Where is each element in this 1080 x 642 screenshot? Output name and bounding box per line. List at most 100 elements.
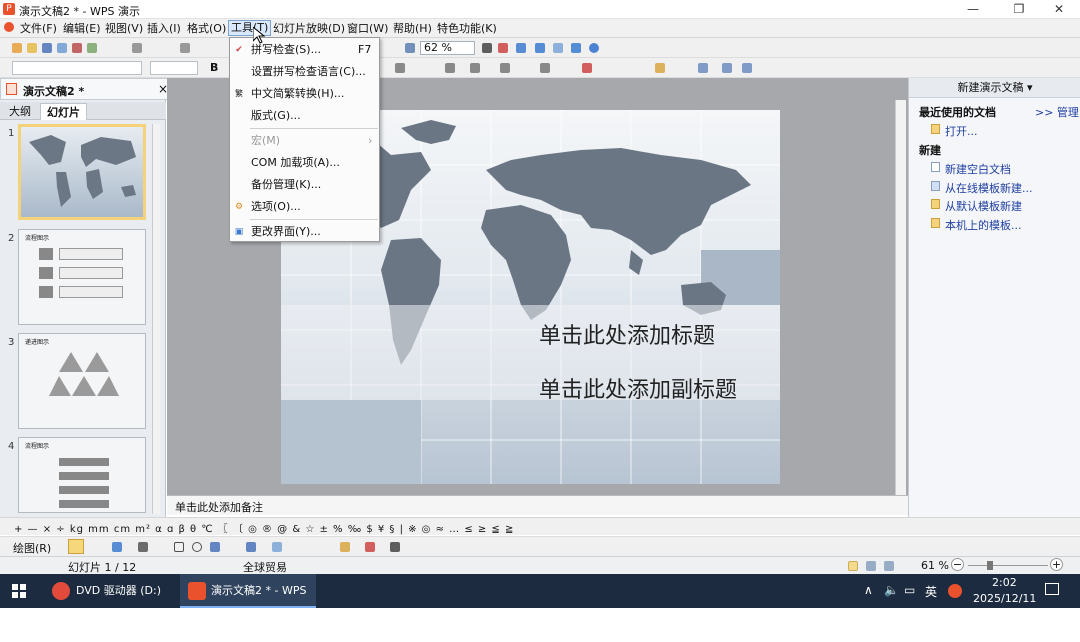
zoom-combo[interactable]: 62 %: [420, 41, 475, 55]
ellipse-icon[interactable]: [192, 542, 202, 552]
new-icon[interactable]: [12, 43, 22, 53]
select-pointer-icon[interactable]: [68, 539, 84, 554]
menu-window[interactable]: 窗口(W): [345, 21, 390, 37]
task-pane-header[interactable]: 新建演示文稿 ▾: [909, 78, 1080, 98]
slideshow-view-icon[interactable]: [884, 561, 894, 571]
text-color-icon[interactable]: [365, 542, 375, 552]
design-icon[interactable]: [655, 63, 665, 73]
local-template-link[interactable]: 本机上的模板...: [945, 217, 1022, 233]
chart-icon[interactable]: [535, 43, 545, 53]
pdf-icon[interactable]: [72, 43, 82, 53]
menu-item-backup[interactable]: 备份管理(K)...: [230, 175, 379, 195]
picture-icon[interactable]: [553, 43, 563, 53]
slide-thumbnail-3[interactable]: 递进图示: [18, 333, 146, 429]
bullets-icon[interactable]: [445, 63, 455, 73]
normal-view-icon[interactable]: [848, 561, 858, 571]
redo-icon[interactable]: [180, 43, 190, 53]
slide-thumbnail-4[interactable]: 流程图示: [18, 437, 146, 513]
volume-icon[interactable]: 🔈: [884, 583, 899, 597]
menu-format[interactable]: 格式(O): [185, 21, 228, 37]
bold-button[interactable]: B: [210, 61, 218, 74]
menu-item-spell-language[interactable]: 设置拼写检查语言(C)...: [230, 62, 379, 82]
clock-date[interactable]: 2025/12/11: [973, 592, 1036, 605]
insert-picture-icon[interactable]: [272, 542, 282, 552]
menu-help[interactable]: 帮助(H): [391, 21, 434, 37]
open-icon[interactable]: [27, 43, 37, 53]
tab-slides[interactable]: 幻灯片: [40, 103, 87, 120]
preview-icon[interactable]: [87, 43, 97, 53]
fill-color-icon[interactable]: [340, 542, 350, 552]
help-icon[interactable]: [589, 43, 599, 53]
notification-icon[interactable]: [1045, 583, 1059, 595]
app-menu-icon[interactable]: [4, 22, 14, 32]
thumbnail-scrollbar[interactable]: [152, 124, 160, 514]
minimize-button[interactable]: —: [950, 0, 996, 19]
zoom-in-button[interactable]: +: [1050, 558, 1063, 571]
wps-tray-icon[interactable]: [948, 584, 962, 598]
zoom-slider[interactable]: [968, 565, 1048, 566]
taskbar-dvd-drive[interactable]: DVD 驱动器 (D:) W...: [44, 574, 176, 631]
slide-icon[interactable]: [742, 63, 752, 73]
manage-link[interactable]: >> 管理: [1035, 104, 1079, 120]
align-icon[interactable]: [395, 63, 405, 73]
menu-edit[interactable]: 编辑(E): [61, 21, 103, 37]
slide-counter: 幻灯片 1 / 12: [68, 561, 137, 574]
zoom-slider-thumb[interactable]: [987, 561, 993, 570]
menu-item-layout[interactable]: 版式(G)...: [230, 106, 379, 126]
line-icon[interactable]: [138, 542, 148, 552]
menu-insert[interactable]: 插入(I): [145, 21, 183, 37]
menu-file[interactable]: 文件(F): [18, 21, 59, 37]
draw-menu-button[interactable]: 绘图(R): [13, 540, 51, 556]
tray-chevron-icon[interactable]: ∧: [864, 583, 873, 597]
menu-features[interactable]: 特色功能(K): [435, 21, 499, 37]
menu-item-options[interactable]: ⚙ 选项(O)...: [230, 197, 379, 217]
notes-pane[interactable]: 单击此处添加备注: [167, 495, 908, 515]
menu-item-com-addins[interactable]: COM 加载项(A)...: [230, 153, 379, 173]
slide-thumbnail-2[interactable]: 流程图示: [18, 229, 146, 325]
grid-icon[interactable]: [722, 63, 732, 73]
open-link[interactable]: 打开...: [945, 123, 978, 139]
font-name-combo[interactable]: [12, 61, 142, 75]
close-button[interactable]: ✕: [1036, 0, 1080, 19]
slide-thumbnail-1[interactable]: [18, 124, 146, 220]
textbox-icon[interactable]: [210, 542, 220, 552]
menu-item-change-ui[interactable]: ▣ 更改界面(Y)...: [230, 222, 379, 242]
symbol-list[interactable]: + — × ÷ kg mm cm m² α ɑ β θ ℃ 〖 〔 ◎ ® @ …: [14, 520, 514, 535]
slide-scrollbar[interactable]: [895, 100, 906, 495]
online-template-link[interactable]: 从在线模板新建...: [945, 180, 1033, 196]
menu-item-chinese-conversion[interactable]: 繁 中文简繁转换(H)...: [230, 84, 379, 104]
autoshape-icon[interactable]: [112, 542, 122, 552]
layout-icon[interactable]: [698, 63, 708, 73]
menu-slideshow[interactable]: 幻灯片放映(D): [271, 21, 347, 37]
title-placeholder[interactable]: 单击此处添加标题: [539, 318, 715, 350]
numbering-icon[interactable]: [470, 63, 480, 73]
taskbar-wps[interactable]: 演示文稿2 * - WPS ...: [180, 574, 316, 631]
spell-icon[interactable]: [498, 43, 508, 53]
tab-outline[interactable]: 大纲: [3, 103, 37, 120]
default-template-link[interactable]: 从默认模板新建: [945, 198, 1022, 214]
windows-start-icon[interactable]: [12, 584, 26, 598]
menu-view[interactable]: 视图(V): [103, 21, 145, 37]
link-icon[interactable]: [516, 43, 526, 53]
clock-time[interactable]: 2:02: [992, 576, 1017, 589]
wordart-icon[interactable]: [246, 542, 256, 552]
sorter-view-icon[interactable]: [866, 561, 876, 571]
undo-icon[interactable]: [132, 43, 142, 53]
grow-font-icon[interactable]: [500, 63, 510, 73]
binoculars-icon[interactable]: [482, 43, 492, 53]
document-tab[interactable]: 演示文稿2 * ×: [0, 78, 170, 100]
line-style-icon[interactable]: [390, 542, 400, 552]
input-language[interactable]: 英: [925, 583, 937, 600]
network-icon[interactable]: ▭: [904, 583, 915, 597]
table-icon[interactable]: [405, 43, 415, 53]
print-icon[interactable]: [57, 43, 67, 53]
rectangle-icon[interactable]: [174, 542, 184, 552]
font-color-icon[interactable]: [582, 63, 592, 73]
font-size-combo[interactable]: [150, 61, 198, 75]
save-icon[interactable]: [42, 43, 52, 53]
new-blank-link[interactable]: 新建空白文档: [945, 161, 1011, 177]
indent-icon[interactable]: [540, 63, 550, 73]
share-icon[interactable]: [571, 43, 581, 53]
subtitle-placeholder[interactable]: 单击此处添加副标题: [539, 372, 737, 404]
zoom-out-button[interactable]: −: [951, 558, 964, 571]
